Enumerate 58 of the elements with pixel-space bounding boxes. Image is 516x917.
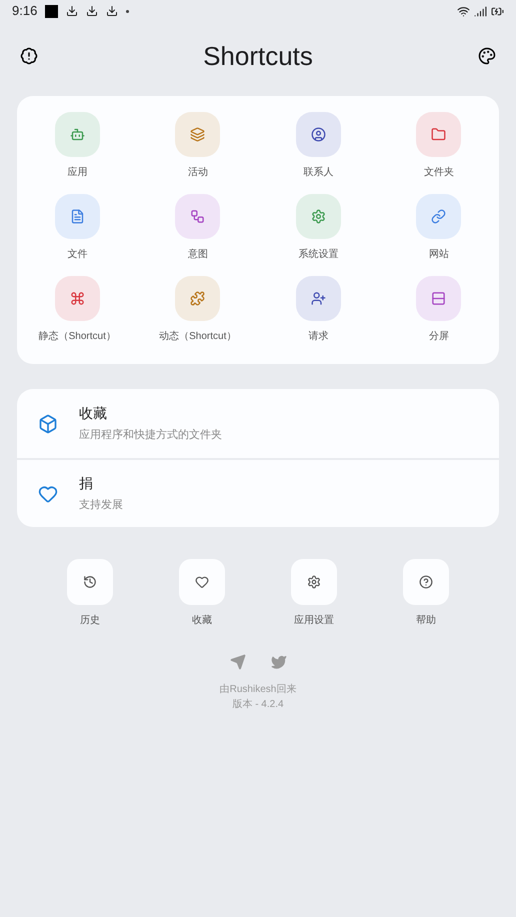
quick-action-label: 历史 [80,614,100,628]
shortcut-label: 应用 [67,166,88,180]
shortcut-tile[interactable] [296,112,341,157]
signal-icon [474,4,487,18]
history-icon [83,575,97,589]
shortcut-label: 分屏 [428,330,449,344]
quick-action-button[interactable] [67,559,113,605]
shortcut-label: 动态（Shortcut） [159,330,236,344]
alert-badge-icon[interactable] [20,47,38,65]
box-icon [38,414,58,434]
shortcut-label: 文件夹 [424,166,454,180]
quick-action-label: 收藏 [192,614,212,628]
menu-item[interactable]: 捐 支持发展 [17,458,499,527]
shortcut-tile[interactable] [175,112,220,157]
shortcut-tile[interactable] [54,112,100,157]
credit-text: 由Rushikesh回来 [220,682,296,697]
shortcut-label: 静态（Shortcut） [38,330,116,344]
paper-plane-icon[interactable] [230,654,246,670]
shortcut-tile[interactable] [416,194,462,239]
shortcut-tile[interactable] [296,276,341,321]
shortcut-label: 文件 [67,248,88,262]
shortcut-tile[interactable] [296,194,341,239]
wifi-icon [457,4,470,18]
shortcut-label: 活动 [188,166,208,180]
shortcut-tile[interactable] [416,112,462,157]
download-icon [86,5,98,17]
help-icon [419,575,433,589]
shortcut-label: 系统设置 [298,248,338,262]
heart-icon [195,575,209,589]
heart-icon [38,484,58,504]
shortcut-label: 联系人 [303,166,334,180]
app-title: Shortcuts [203,40,313,72]
menu-item[interactable]: 收藏 应用程序和快捷方式的文件夹 [17,389,499,458]
shortcut-tile[interactable] [416,276,462,321]
menu-subtitle: 应用程序和快捷方式的文件夹 [79,428,222,444]
quick-action-button[interactable] [403,559,449,605]
menu-subtitle: 支持发展 [79,498,123,514]
shortcut-label: 意图 [188,248,208,262]
quick-action-label: 帮助 [416,614,436,628]
download-icon [106,5,118,17]
shortcut-tile[interactable] [175,194,220,239]
shortcut-tile[interactable] [54,194,100,239]
shortcut-tile[interactable] [54,276,100,321]
palette-icon[interactable] [478,47,496,65]
bird-icon[interactable] [270,654,286,670]
quick-action-button[interactable] [291,559,337,605]
quick-action-label: 应用设置 [294,614,334,628]
version-text: 版本 - 4.2.4 [232,698,284,712]
shortcut-tile[interactable] [175,276,220,321]
menu-title: 收藏 [79,404,108,424]
download-icon [66,5,78,17]
status-time: 9:16 [12,2,38,20]
notification-square-icon [45,4,58,18]
settings-icon [307,575,321,589]
shortcut-label: 请求 [308,330,328,344]
menu-title: 捐 [79,474,94,494]
shortcut-label: 网站 [428,248,449,262]
battery-icon [491,4,504,18]
